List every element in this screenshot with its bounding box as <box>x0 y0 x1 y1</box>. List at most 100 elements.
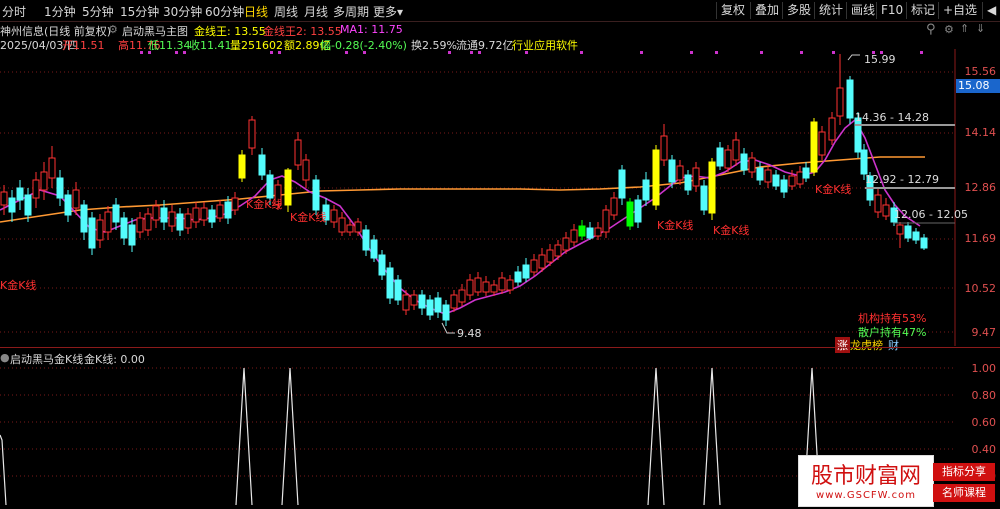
range-label-3: 12.06 - 12.05 <box>894 208 968 221</box>
signal-dot <box>715 51 718 54</box>
candle-body <box>466 279 474 296</box>
tab-30min[interactable]: 30分钟 <box>163 3 202 20</box>
tab-5min[interactable]: 5分钟 <box>82 3 114 20</box>
tab-timeshare[interactable]: 分时 <box>2 3 26 20</box>
candle-body <box>514 271 522 283</box>
candle-body <box>882 204 890 217</box>
candle-body <box>216 204 224 219</box>
low-marker: 9.48 <box>457 327 482 340</box>
kline-chart[interactable] <box>0 49 1000 346</box>
signal-dot <box>640 51 643 54</box>
collapse-arrow-icon[interactable]: ◀ <box>982 2 1000 19</box>
candle-body <box>80 204 88 233</box>
price-tick: 9.47 <box>971 326 997 339</box>
signal-dot <box>832 51 835 54</box>
candle-body <box>740 153 748 171</box>
candle-body <box>64 194 72 216</box>
candle-body <box>192 207 200 223</box>
settings-gear-icon[interactable]: ⚙ <box>108 23 118 36</box>
f10-button[interactable]: F10 <box>876 2 907 19</box>
candle-body <box>224 201 232 219</box>
candle-body <box>716 147 724 167</box>
signal-dot <box>448 51 451 54</box>
signal-spike <box>235 367 253 506</box>
candle-body <box>602 209 610 233</box>
stats-button[interactable]: 统计 <box>814 2 847 19</box>
watermark-url: www.GSCFW.com <box>816 490 916 501</box>
candle-body <box>772 174 780 187</box>
search-icon[interactable]: ⚲ <box>926 22 936 37</box>
signal-dot <box>478 51 481 54</box>
candle-body <box>860 149 868 175</box>
candle-body <box>530 259 538 273</box>
signal-spikes <box>0 367 821 506</box>
candle-body <box>378 254 386 276</box>
candle-body <box>498 277 506 291</box>
candle-body <box>828 117 836 141</box>
signal-spike <box>647 367 665 506</box>
watermark-tags: 指标分享 名师课程 <box>933 463 995 503</box>
signal-dot <box>278 51 281 54</box>
candle-body <box>626 201 634 227</box>
candle-body <box>330 209 338 223</box>
candle-body <box>450 294 458 309</box>
tab-weekly[interactable]: 周线 <box>274 3 298 20</box>
ma1-label: MA1: 11.75 <box>340 23 403 36</box>
candle-body <box>312 179 320 211</box>
candle-body <box>610 197 618 216</box>
candle-body <box>586 227 594 239</box>
candle-body <box>16 187 24 201</box>
price-tick: 12.86 <box>964 181 997 194</box>
candle-body <box>248 119 256 149</box>
candle-body <box>394 279 402 301</box>
price-tick: 10.52 <box>964 282 997 295</box>
candle-body <box>266 174 274 199</box>
candle-body <box>764 169 772 183</box>
tab-60min[interactable]: 60分钟 <box>205 3 244 20</box>
multi-stock-button[interactable]: 多股 <box>782 2 815 19</box>
arrow-down-icon[interactable]: ⇓ <box>976 22 985 35</box>
candle-body <box>684 174 692 191</box>
signal-dot <box>525 51 528 54</box>
tab-1min[interactable]: 1分钟 <box>44 3 76 20</box>
candle-body <box>176 213 184 231</box>
draw-line-button[interactable]: 画线 <box>846 2 879 19</box>
candle-body <box>184 213 192 229</box>
candle-body <box>668 159 676 183</box>
mark-button[interactable]: 标记 <box>906 2 939 19</box>
current-price-tag: 15.08 <box>956 79 1000 93</box>
candle-body <box>458 289 466 303</box>
watermark-tag-share: 指标分享 <box>933 463 995 481</box>
candle-body <box>570 229 578 243</box>
candle-body <box>442 304 450 321</box>
settings-icon[interactable]: ⚙ <box>944 23 954 36</box>
tab-multi-period[interactable]: 多周期 <box>333 3 369 20</box>
candle-body <box>788 175 796 187</box>
candle-body <box>410 294 418 306</box>
signal-label: K金K线 <box>657 219 694 232</box>
candle-body <box>284 169 292 206</box>
candle-body <box>652 149 660 206</box>
sub-tick: 1.00 <box>971 362 997 375</box>
candle-body <box>120 217 128 239</box>
candle-body <box>474 277 482 293</box>
tab-daily[interactable]: 日线 <box>244 3 268 20</box>
tab-monthly[interactable]: 月线 <box>304 3 328 20</box>
arrow-up-icon[interactable]: ⇑ <box>960 22 969 35</box>
candle-body <box>418 294 426 309</box>
signal-dot <box>140 51 143 54</box>
candle-body <box>538 254 546 269</box>
signal-label: K金K线 <box>290 211 327 224</box>
add-watchlist-button[interactable]: +自选 <box>938 2 981 19</box>
candle-body <box>386 267 394 299</box>
sub-tick: 0.80 <box>971 389 997 402</box>
tab-15min[interactable]: 15分钟 <box>120 3 159 20</box>
tab-more[interactable]: 更多▾ <box>373 3 403 20</box>
candle-body <box>618 169 626 199</box>
candle-body <box>152 205 160 221</box>
candle-body <box>780 179 788 193</box>
adjust-button[interactable]: 复权 <box>716 2 749 19</box>
watermark-logo: 股市财富网 www.GSCFW.com <box>798 455 934 507</box>
overlay-button[interactable]: 叠加 <box>750 2 783 19</box>
candle-body <box>506 279 514 291</box>
